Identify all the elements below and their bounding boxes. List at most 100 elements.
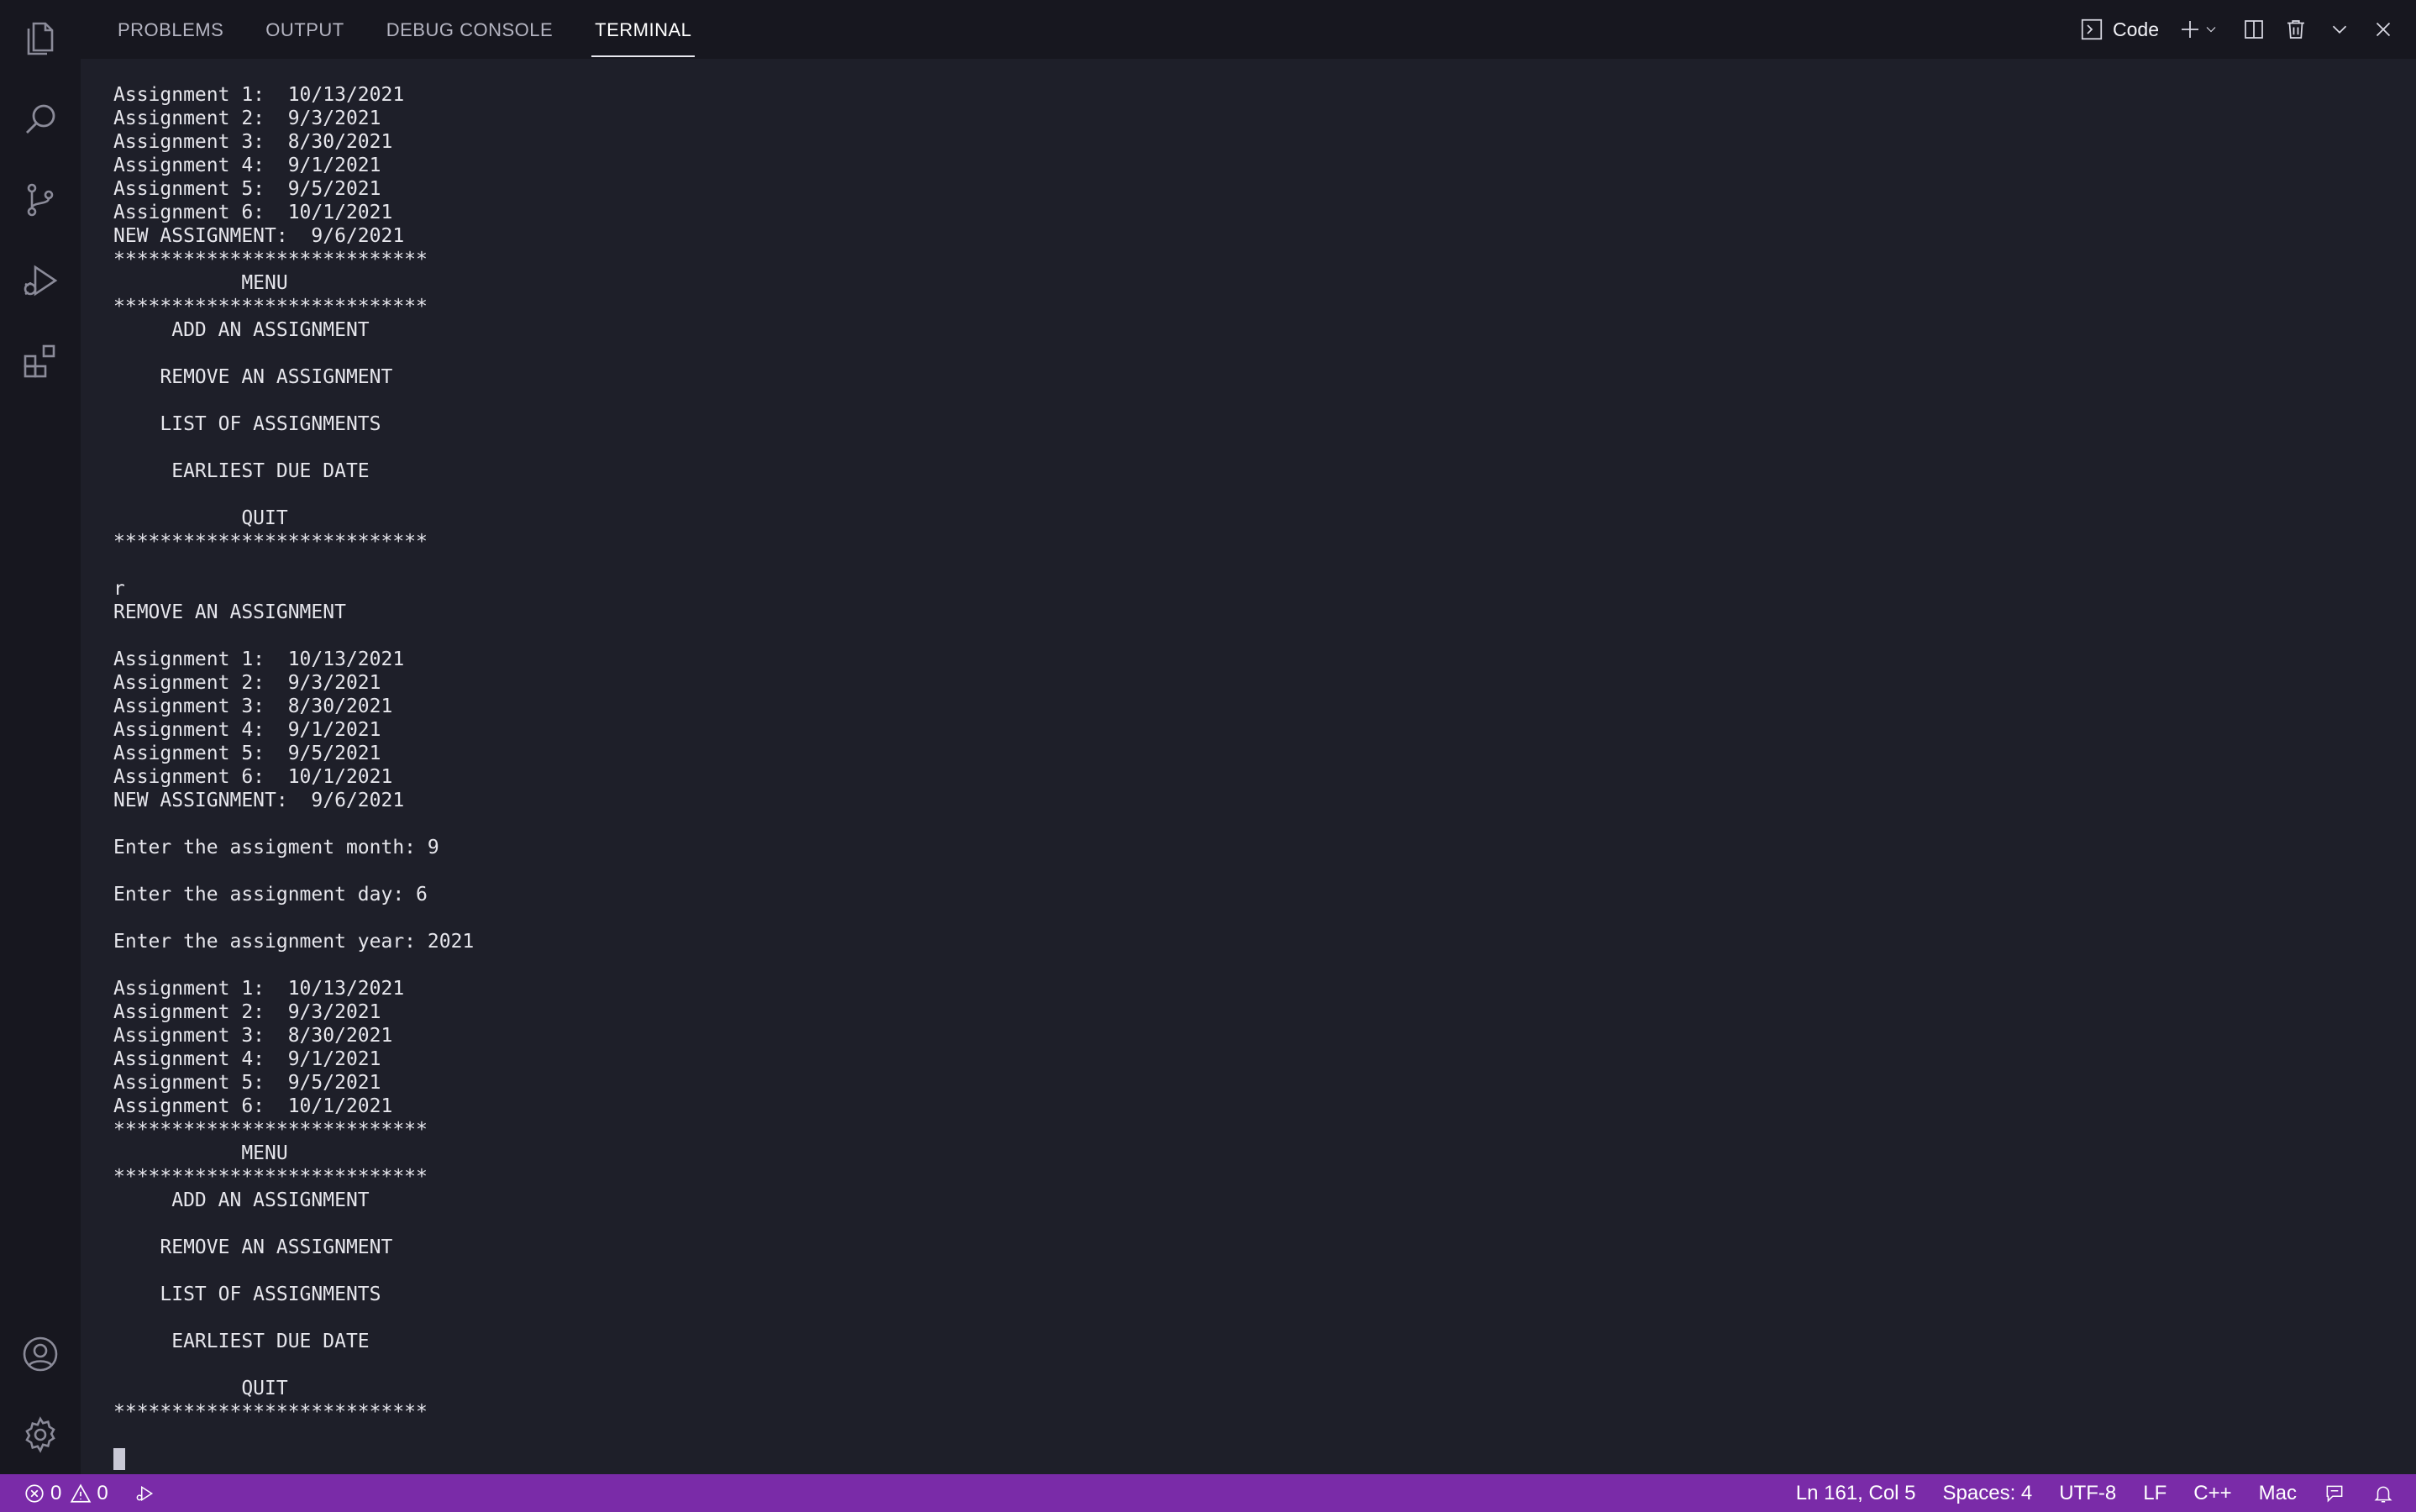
terminal-profile-button[interactable]: Code: [2079, 13, 2159, 46]
trash-icon: [2287, 20, 2304, 39]
terminal-line: Assignment 2: 9/3/2021: [113, 672, 381, 694]
terminal-line: Assignment 6: 10/1/2021: [113, 1095, 393, 1117]
terminal-line: Assignment 1: 10/13/2021: [113, 84, 405, 106]
terminal-line: ADD AN ASSIGNMENT: [113, 1189, 370, 1211]
terminal-line: Enter the assignment day: 6: [113, 884, 428, 906]
terminal-icon: [2081, 18, 2103, 40]
split-terminal-button[interactable]: [2241, 13, 2266, 46]
launch-profile-dropdown[interactable]: [2203, 13, 2219, 46]
problems-status[interactable]: 0 0: [24, 1474, 108, 1512]
terminal-line: r: [113, 578, 125, 600]
terminal-line: EARLIEST DUE DATE: [113, 1331, 370, 1352]
bell-icon: [2374, 1486, 2392, 1503]
terminal-line: ***************************: [113, 1119, 428, 1141]
terminal-line: MENU: [113, 272, 288, 294]
source-control-icon[interactable]: [20, 180, 60, 220]
terminal-line: Assignment 5: 9/5/2021: [113, 743, 381, 764]
error-icon: [25, 1483, 44, 1503]
settings-gear-icon[interactable]: [20, 1415, 60, 1455]
terminal-line: EARLIEST DUE DATE: [113, 460, 370, 482]
chevron-down-icon: [2206, 27, 2216, 33]
terminal-line: ***************************: [113, 249, 428, 270]
terminal-line: ***************************: [113, 296, 428, 318]
extensions-icon[interactable]: [20, 341, 60, 381]
terminal-line: ADD AN ASSIGNMENT: [113, 319, 370, 341]
terminal-line: Assignment 4: 9/1/2021: [113, 155, 381, 176]
terminal-line: Assignment 6: 10/1/2021: [113, 202, 393, 223]
terminal-line: REMOVE AN ASSIGNMENT: [113, 366, 393, 388]
terminal-line: Assignment 4: 9/1/2021: [113, 1048, 381, 1070]
terminal-line: MENU: [113, 1142, 288, 1164]
terminal-output[interactable]: Assignment 1: 10/13/2021 Assignment 2: 9/…: [81, 59, 2416, 1474]
terminal-line: Assignment 4: 9/1/2021: [113, 719, 381, 741]
panel-tabs: PROBLEMS OUTPUT DEBUG CONSOLE TERMINAL: [118, 0, 733, 59]
maximize-panel-button[interactable]: [2327, 13, 2352, 46]
new-terminal-button[interactable]: [2177, 13, 2203, 46]
split-icon: [2245, 20, 2263, 39]
terminal-line: ***************************: [113, 1166, 428, 1188]
end-of-line[interactable]: LF: [2143, 1474, 2167, 1512]
terminal-line: Assignment 3: 8/30/2021: [113, 1025, 393, 1047]
vscode-window: PROBLEMS OUTPUT DEBUG CONSOLE TERMINAL C…: [0, 0, 2416, 1512]
run-debug-icon: [136, 1485, 153, 1501]
plus-icon: [2182, 21, 2198, 38]
warning-count: 0: [97, 1481, 108, 1504]
tab-output[interactable]: OUTPUT: [265, 0, 344, 59]
terminal-line: Assignment 5: 9/5/2021: [113, 178, 381, 200]
account-icon[interactable]: [20, 1334, 60, 1374]
terminal-line: Assignment 2: 9/3/2021: [113, 108, 381, 129]
indentation-setting[interactable]: Spaces: 4: [1943, 1474, 2033, 1512]
terminal-line: Enter the assignment year: 2021: [113, 931, 475, 953]
terminal-line: LIST OF ASSIGNMENTS: [113, 413, 381, 435]
file-encoding[interactable]: UTF-8: [2059, 1474, 2116, 1512]
terminal-line: Assignment 5: 9/5/2021: [113, 1072, 381, 1094]
language-mode[interactable]: C++: [2193, 1474, 2231, 1512]
run-debug-icon[interactable]: [20, 260, 60, 301]
feedback-button[interactable]: [2324, 1474, 2345, 1512]
tab-problems[interactable]: PROBLEMS: [118, 0, 223, 59]
activity-bar: [0, 0, 81, 1474]
terminal-line: REMOVE AN ASSIGNMENT: [113, 601, 346, 623]
status-bar: 0 0 Ln 161, Col 5 Spaces: 4 UTF-8 LF C++…: [0, 1474, 2416, 1512]
search-icon[interactable]: [20, 99, 60, 139]
terminal-line: LIST OF ASSIGNMENTS: [113, 1284, 381, 1305]
terminal-line: Assignment 1: 10/13/2021: [113, 978, 405, 1000]
terminal-lines: Assignment 1: 10/13/2021 Assignment 2: 9/…: [113, 83, 474, 1424]
kill-terminal-button[interactable]: [2283, 13, 2308, 46]
close-icon: [2376, 22, 2391, 37]
debug-status-button[interactable]: [134, 1474, 155, 1512]
explorer-icon[interactable]: [20, 18, 60, 59]
terminal-line: Assignment 6: 10/1/2021: [113, 766, 393, 788]
terminal-line: Assignment 3: 8/30/2021: [113, 696, 393, 717]
cursor-position[interactable]: Ln 161, Col 5: [1796, 1474, 1916, 1512]
tab-terminal[interactable]: TERMINAL: [591, 0, 696, 59]
terminal-line: ***************************: [113, 531, 428, 553]
chevron-down-icon: [2332, 25, 2347, 34]
terminal-line: QUIT: [113, 507, 288, 529]
tab-debug-console[interactable]: DEBUG CONSOLE: [386, 0, 553, 59]
notifications-button[interactable]: [2372, 1474, 2394, 1512]
terminal-line: REMOVE AN ASSIGNMENT: [113, 1236, 393, 1258]
terminal-profile-label: Code: [2113, 18, 2159, 40]
terminal-cursor: [113, 1448, 125, 1470]
close-panel-button[interactable]: [2371, 13, 2396, 46]
terminal-line: Assignment 1: 10/13/2021: [113, 648, 405, 670]
error-count: 0: [50, 1481, 62, 1504]
platform-config[interactable]: Mac: [2259, 1474, 2297, 1512]
warning-icon: [71, 1483, 92, 1503]
feedback-icon: [2326, 1485, 2343, 1502]
